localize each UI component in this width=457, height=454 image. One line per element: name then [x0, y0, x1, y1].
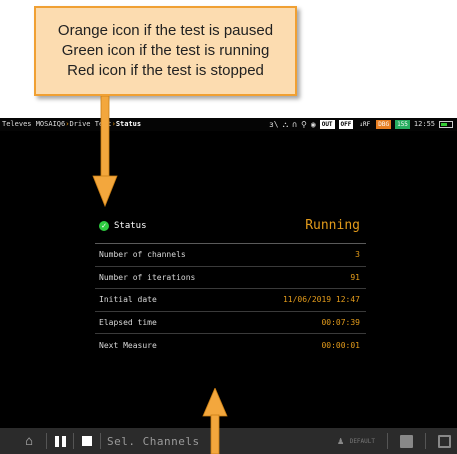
info-label: Number of iterations	[99, 272, 196, 282]
breadcrumb: Televes MOSAIQ6›Drive Test›Status	[2, 118, 141, 131]
status-label-group: ✓ Status	[99, 220, 147, 231]
select-channels-button[interactable]: Sel. Channels	[107, 428, 200, 454]
device-screen: Televes MOSAIQ6›Drive Test›Status ɜ\ ⛬ ∩…	[0, 118, 457, 454]
clock: 12:55	[413, 120, 435, 128]
breadcrumb-app: Televes MOSAIQ6	[2, 120, 66, 128]
status-bar: Televes MOSAIQ6›Drive Test›Status ɜ\ ⛬ ∩…	[0, 118, 457, 131]
headphones-icon: ∩	[292, 120, 298, 129]
info-label: Initial date	[99, 295, 157, 305]
status-panel: ✓ Status Running Number of channels 3 Nu…	[95, 208, 366, 357]
save-icon[interactable]	[400, 434, 413, 448]
stop-button[interactable]	[80, 428, 94, 454]
annotation-callout: Orange icon if the test is paused Green …	[34, 6, 297, 96]
info-row: Number of channels 3	[95, 244, 366, 267]
signal-icon: ɜ\	[268, 120, 279, 129]
bottom-toolbar: ⌂ Sel. Channels ♟ DEFAULT	[0, 428, 457, 454]
pointer-arrow-up	[202, 388, 228, 454]
info-value: 3	[355, 250, 360, 260]
status-row: ✓ Status Running	[95, 208, 366, 244]
network-icon: ⛬	[282, 120, 289, 129]
toolbar-divider	[46, 433, 47, 449]
info-label: Elapsed time	[99, 317, 157, 327]
callout-line-paused: Orange icon if the test is paused	[57, 22, 274, 39]
user-icon: ♟	[337, 435, 344, 447]
save-as-icon[interactable]	[438, 434, 451, 448]
info-row: Elapsed time 00:07:39	[95, 312, 366, 334]
pause-icon-bar	[61, 435, 66, 447]
rf-badge: ↓RF	[359, 121, 371, 128]
count-badge: 155	[395, 120, 410, 129]
info-value: 00:00:01	[321, 340, 360, 350]
callout-line-stopped: Red icon if the test is stopped	[67, 62, 264, 79]
stop-icon	[82, 436, 92, 446]
pause-icon	[54, 435, 59, 447]
status-indicators: ɜ\ ⛬ ∩ ⚲ ◉ OUT OFF ↓RF DBG 155 12:55	[269, 118, 453, 131]
status-label: Status	[114, 220, 147, 231]
out-badge: OUT	[319, 120, 335, 129]
home-button[interactable]: ⌂	[18, 428, 40, 454]
toolbar-divider	[73, 433, 74, 449]
record-icon: ◉	[310, 120, 316, 129]
off-badge: OFF	[338, 120, 354, 129]
location-icon: ⚲	[301, 120, 307, 129]
toolbar-divider	[100, 433, 101, 449]
info-value: 91	[350, 272, 360, 282]
info-row: Next Measure 00:00:01	[95, 334, 366, 357]
pause-button[interactable]	[53, 428, 67, 454]
status-value: Running	[305, 218, 360, 233]
pointer-arrow-down	[92, 96, 118, 208]
info-row: Number of iterations 91	[95, 267, 366, 289]
info-row: Initial date 11/06/2019 12:47	[95, 289, 366, 312]
info-label: Number of channels	[99, 250, 186, 260]
info-value: 11/06/2019 12:47	[282, 295, 360, 305]
toolbar-right-group: ♟ DEFAULT	[338, 428, 451, 454]
default-profile-label[interactable]: DEFAULT	[350, 438, 375, 445]
callout-line-running: Green icon if the test is running	[61, 42, 270, 59]
toolbar-divider	[425, 433, 426, 449]
info-label: Next Measure	[99, 340, 157, 350]
home-icon: ⌂	[25, 433, 33, 449]
running-check-icon: ✓	[99, 220, 109, 231]
dbg-badge: DBG	[376, 120, 392, 129]
toolbar-divider	[387, 433, 388, 449]
battery-icon	[439, 121, 453, 128]
info-value: 00:07:39	[321, 317, 360, 327]
breadcrumb-page: Status	[115, 120, 142, 128]
